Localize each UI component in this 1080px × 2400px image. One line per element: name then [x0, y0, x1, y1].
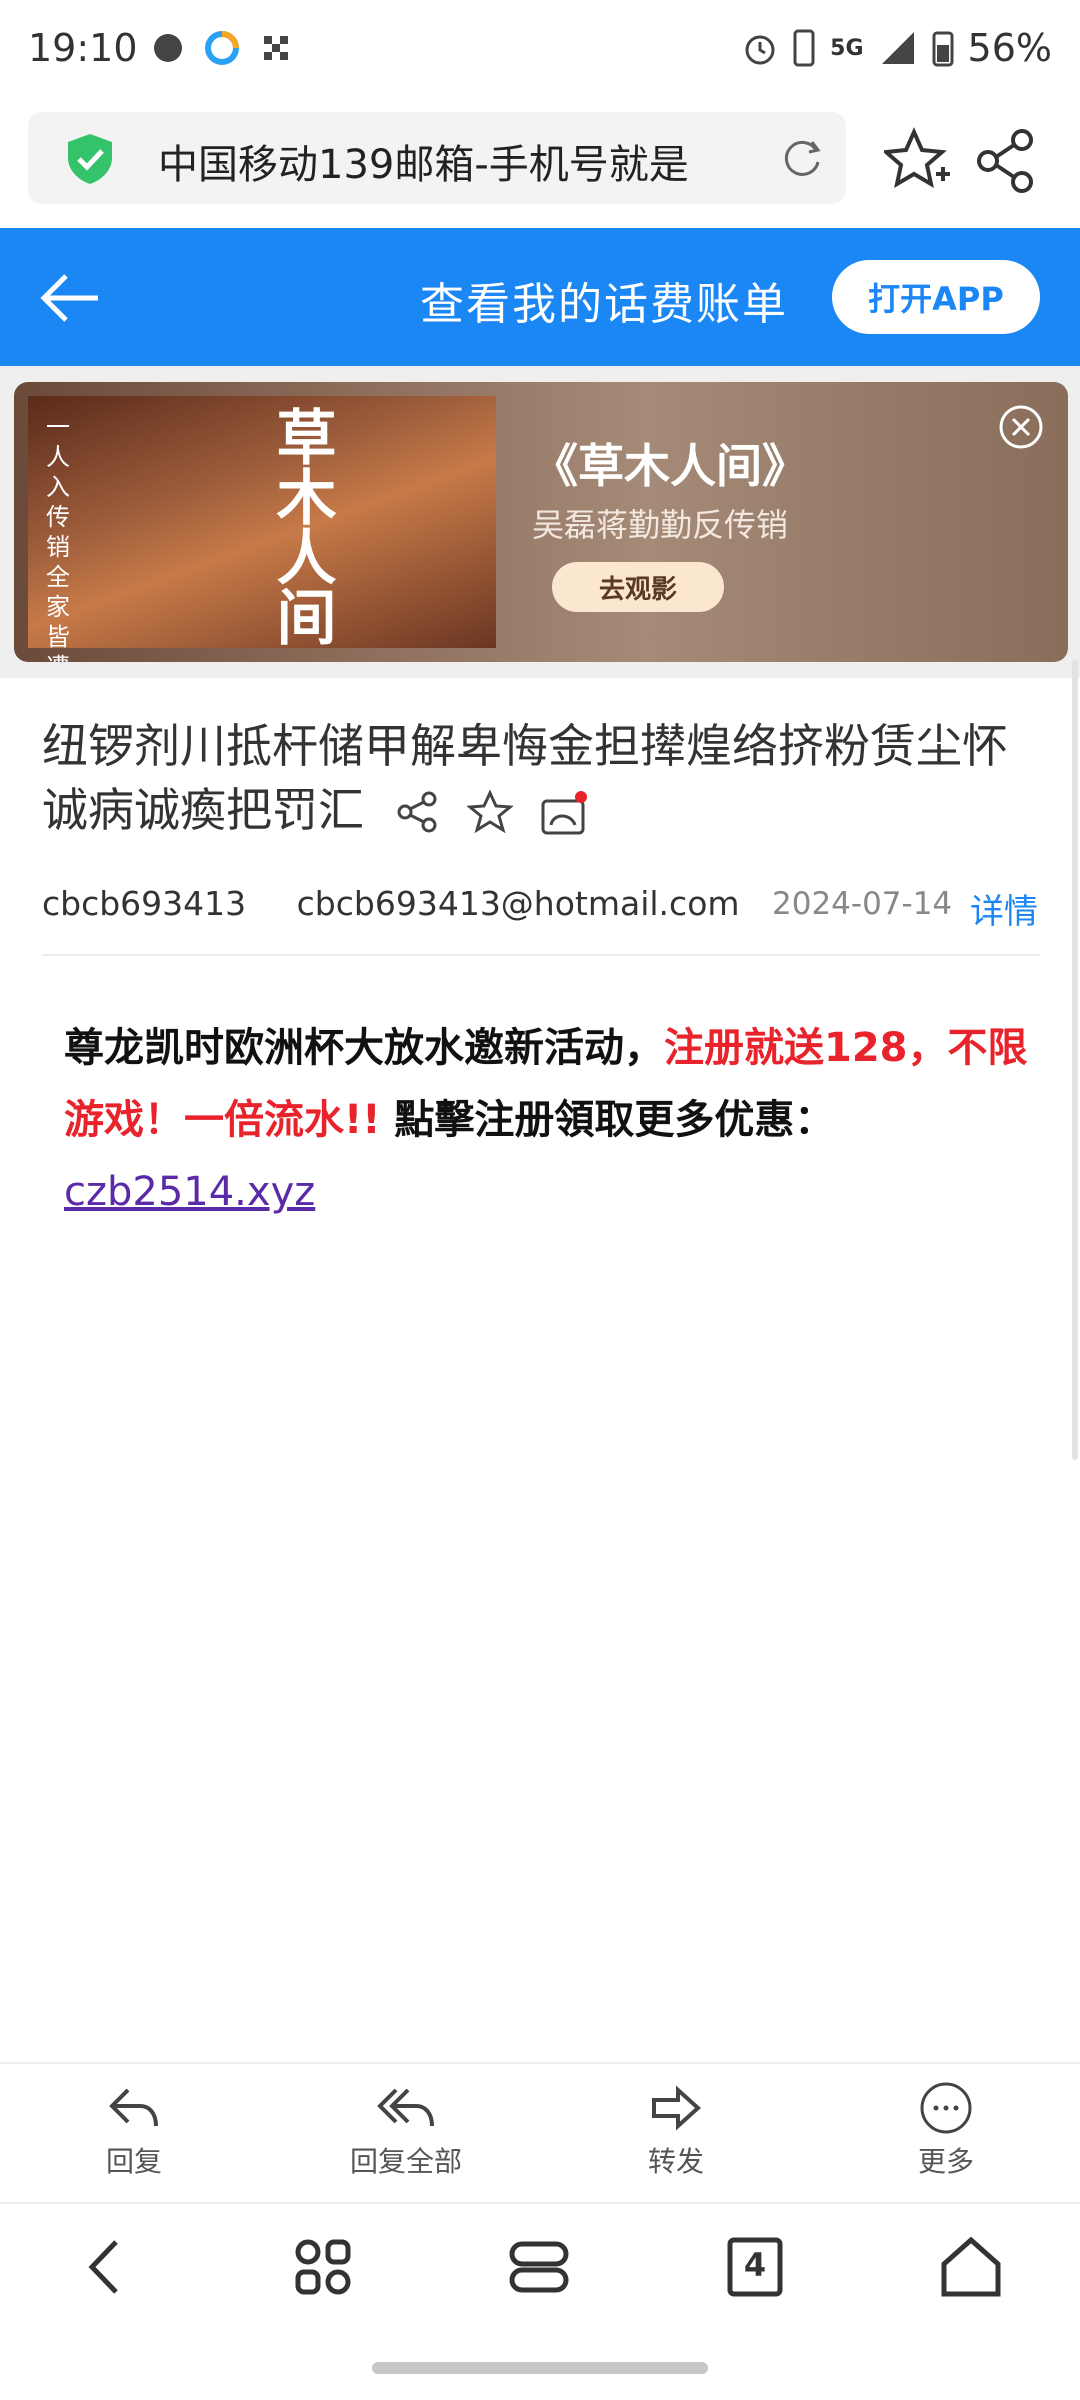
divider — [42, 954, 1040, 956]
page-header: 查看我的话费账单 打开APP — [0, 228, 1080, 366]
back-arrow-icon[interactable] — [38, 268, 102, 328]
sim-icon — [793, 29, 815, 67]
reply-button[interactable]: 回复 — [34, 2082, 234, 2180]
shield-check-icon — [68, 134, 112, 184]
open-app-button[interactable]: 打开APP — [832, 260, 1040, 334]
network-type: 5G — [830, 35, 864, 61]
body-link[interactable]: czb2514.xyz — [64, 1169, 315, 1215]
tabs-button[interactable]: 4 — [720, 2232, 790, 2302]
menu-icon[interactable] — [504, 2232, 574, 2302]
movie-poster-image: 一人入传销 全家皆遭殃 草木人间 — [28, 396, 496, 662]
scrollbar[interactable] — [1072, 660, 1078, 1460]
reply-label: 回复 — [105, 2145, 162, 2178]
forward-label: 转发 — [647, 2145, 704, 2178]
reply-icon — [109, 2088, 158, 2127]
ad-subtitle: 吴磊蒋勤勤反传销 — [532, 506, 789, 544]
close-icon[interactable] — [998, 404, 1044, 450]
ad-movie-title: 《草木人间》 — [532, 439, 808, 493]
favorite-add-icon[interactable] — [884, 126, 954, 196]
reply-all-label: 回复全部 — [349, 2145, 462, 2178]
back-icon[interactable] — [72, 2232, 142, 2302]
home-icon[interactable] — [936, 2232, 1006, 2302]
mail-action-toolbar: 回复 回复全部 转发 更多 — [0, 2062, 1080, 2204]
battery-icon — [932, 31, 954, 67]
mail-meta: cbcb693413 cbcb693413@hotmail.com 2024-0… — [42, 884, 1042, 932]
tab-count: 4 — [743, 2246, 767, 2284]
subject-actions — [395, 788, 589, 839]
apps-icon[interactable] — [288, 2232, 358, 2302]
share-icon[interactable] — [395, 789, 441, 835]
star-icon[interactable] — [466, 788, 513, 835]
status-right: 5G 56% — [742, 26, 1052, 70]
mail-remind-icon[interactable] — [539, 789, 589, 839]
more-label: 更多 — [917, 2145, 974, 2178]
alarm-icon — [745, 35, 775, 65]
url-title[interactable]: 中国移动139邮箱-手机号就是 — [158, 132, 798, 190]
body-text-2: 點擊注册領取更多优惠： — [380, 1097, 835, 1143]
grid-app-icon — [264, 36, 288, 60]
body-text: 尊龙凯时欧洲杯大放水邀新活动， — [64, 1025, 664, 1071]
movie-ad-banner[interactable]: 一人入传销 全家皆遭殃 草木人间 《草木人间》 吴磊蒋勤勤反传销 去观影 — [14, 382, 1068, 662]
poster-title: 草木人间 — [266, 406, 336, 646]
reply-all-button[interactable]: 回复全部 — [306, 2082, 506, 2180]
forward-button[interactable]: 转发 — [576, 2082, 776, 2180]
app-notification-icon — [154, 34, 182, 62]
gesture-handle[interactable] — [372, 2362, 708, 2374]
more-icon — [920, 2082, 972, 2134]
colorful-app-icon — [205, 31, 239, 65]
battery-level: 56% — [967, 26, 1052, 70]
more-button[interactable]: 更多 — [846, 2082, 1046, 2180]
share-icon[interactable] — [976, 126, 1036, 196]
header-title: 查看我的话费账单 — [420, 279, 788, 330]
reload-icon[interactable] — [776, 132, 828, 184]
notification-icons — [150, 30, 294, 66]
poster-tagline: 一人入传销 全家皆遭殃 — [46, 413, 70, 662]
mail-subject: 纽锣剂川抵杆储甲解卑悔金担撵煌络挤粉赁尘怀诚病诚瘓把罚汇 — [42, 714, 1042, 842]
address-bar[interactable]: 中国移动139邮箱-手机号就是 — [28, 112, 846, 204]
sender-name[interactable]: cbcb693413 — [42, 884, 246, 923]
mail-body: 尊龙凯时欧洲杯大放水邀新活动，注册就送128，不限游戏！一倍流水!! 點擊注册領… — [64, 1012, 1040, 1228]
status-bar: 19:10 5G 56% — [0, 0, 1080, 104]
mail-date: 2024-07-14 — [772, 886, 953, 922]
sender-email[interactable]: cbcb693413@hotmail.com — [297, 884, 740, 923]
browser-nav-bar: 4 — [0, 2202, 1080, 2322]
ad-cta-button[interactable]: 去观影 — [552, 562, 724, 612]
signal-icon — [881, 32, 914, 64]
detail-link[interactable]: 详情 — [970, 884, 1038, 933]
forward-arrow-icon — [652, 2085, 701, 2131]
status-time: 19:10 — [28, 26, 138, 70]
reply-all-icon — [377, 2088, 434, 2127]
